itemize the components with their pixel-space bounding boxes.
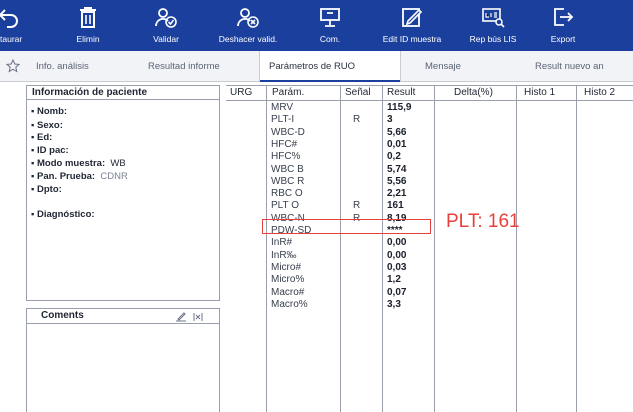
cell-result: 3: [387, 114, 393, 126]
main-toolbar: staurar Elimin Validar Deshacer valid. C…: [0, 0, 633, 51]
header-divider: [226, 100, 633, 101]
tab-ruo-parameters[interactable]: Parámetros de RUO: [259, 51, 401, 82]
cell-param: WBC R: [271, 175, 305, 187]
cell-param: WBC B: [271, 163, 304, 175]
cell-param: HFC#: [271, 138, 298, 150]
cell-param: Micro#: [271, 261, 302, 273]
patient-age-row: ▪ Ed:: [31, 132, 53, 143]
cell-result: 0,07: [387, 286, 407, 298]
patient-info-title: Información de paciente: [27, 86, 219, 100]
column-header-result[interactable]: Result: [387, 87, 415, 98]
lis-search-icon: [478, 4, 508, 30]
cell-param: Micro%: [271, 274, 305, 286]
cell-result: 5,74: [387, 163, 407, 175]
tab-messages[interactable]: Mensaje: [425, 51, 461, 82]
results-table: URG Parám. Señal Result Delta(%) Histo 1…: [226, 85, 633, 412]
column-header-signal[interactable]: Señal: [345, 87, 371, 98]
cell-result: 2,21: [387, 188, 407, 200]
cell-param: Macro%: [271, 298, 308, 310]
column-header-param[interactable]: Parám.: [272, 87, 304, 98]
cell-result: 0,00: [387, 249, 407, 261]
test-panel-row: ▪ Pan. Prueba: CDNR: [31, 171, 128, 182]
column-divider: [576, 86, 577, 412]
cell-result: 161: [387, 200, 404, 212]
column-divider: [266, 86, 267, 412]
patient-name-row: ▪ Nomb:: [31, 106, 68, 117]
cell-result: 0,01: [387, 138, 407, 150]
unvalidate-button[interactable]: Deshacer valid.: [206, 0, 290, 51]
cell-result: 1,2: [387, 274, 401, 286]
cell-param: PLT-I: [271, 114, 295, 126]
cell-param: MRV: [271, 102, 294, 113]
column-divider: [382, 86, 383, 412]
comments-panel: Coments: [26, 308, 220, 412]
cell-result: 0,00: [387, 237, 407, 249]
cell-param: InR#: [271, 237, 293, 249]
column-divider: [434, 86, 435, 412]
lis-search-button[interactable]: Rep bús LIS: [454, 0, 532, 51]
tab-report-result[interactable]: Resultad informe: [148, 51, 220, 82]
cell-signal: R: [353, 114, 361, 126]
cell-result: 0,2: [387, 151, 401, 163]
cell-param: RBC O: [271, 188, 303, 200]
comments-title: Coments: [41, 310, 84, 321]
connection-icon: [315, 4, 345, 30]
export-button[interactable]: Export: [532, 0, 594, 51]
tab-new-analysis-result[interactable]: Result nuevo an: [535, 51, 604, 82]
tab-analysis-info[interactable]: Info. análisis: [36, 51, 89, 82]
clear-comment-icon[interactable]: [192, 312, 204, 322]
cell-signal: R: [353, 200, 361, 212]
comments-textarea[interactable]: [27, 325, 219, 412]
lis-search-label: Rep bús LIS: [469, 34, 517, 44]
highlight-box: [262, 219, 431, 234]
cell-result: 3,3: [387, 298, 401, 310]
sample-mode-row: ▪ Modo muestra: WB: [31, 158, 126, 169]
cell-result: 5,66: [387, 126, 407, 138]
column-header-delta[interactable]: Delta(%): [454, 87, 493, 98]
column-header-urg[interactable]: URG: [230, 87, 252, 98]
patient-id-row: ▪ ID pac:: [31, 145, 69, 156]
validate-label: Validar: [153, 34, 179, 44]
cell-result: 0,03: [387, 261, 407, 273]
validate-button[interactable]: Validar: [126, 0, 206, 51]
favorite-star-icon[interactable]: [6, 59, 20, 73]
cell-param: WBC-D: [271, 126, 305, 138]
edit-sample-id-button[interactable]: Edit ID muestra: [370, 0, 454, 51]
column-divider: [516, 86, 517, 412]
column-divider: [340, 86, 341, 412]
unvalidate-label: Deshacer valid.: [218, 34, 278, 44]
restore-button[interactable]: staurar: [0, 0, 30, 51]
validate-user-icon: [151, 4, 181, 30]
comm-label: Com.: [319, 34, 341, 44]
edit-sample-id-label: Edit ID muestra: [382, 34, 442, 44]
cell-param: InR‰: [271, 249, 297, 261]
patient-sex-row: ▪ Sexo:: [31, 120, 63, 131]
cell-result: 5,56: [387, 175, 407, 187]
delete-button[interactable]: Elimin: [50, 0, 126, 51]
delete-label: Elimin: [76, 34, 100, 44]
tab-bar: Info. análisis Resultad informe Parámetr…: [0, 51, 633, 82]
edit-icon: [397, 4, 427, 30]
comments-header: Coments: [27, 309, 219, 324]
plt-annotation: PLT: 161: [446, 211, 520, 232]
export-label: Export: [550, 34, 576, 44]
column-header-histo1[interactable]: Histo 1: [524, 87, 555, 98]
unvalidate-user-icon: [233, 4, 263, 30]
edit-comment-icon[interactable]: [175, 312, 187, 322]
cell-param: PLT O: [271, 200, 299, 212]
undo-icon: [0, 4, 24, 30]
diagnosis-row: ▪ Diagnóstico:: [31, 209, 95, 220]
restore-label: staurar: [0, 34, 23, 44]
export-icon: [548, 4, 578, 30]
cell-result: 115,9: [387, 102, 412, 113]
column-header-histo2[interactable]: Histo 2: [584, 87, 615, 98]
comm-button[interactable]: Com.: [290, 0, 370, 51]
trash-icon: [73, 4, 103, 30]
department-row: ▪ Dpto:: [31, 184, 62, 195]
cell-param: HFC%: [271, 151, 301, 163]
cell-param: Macro#: [271, 286, 305, 298]
